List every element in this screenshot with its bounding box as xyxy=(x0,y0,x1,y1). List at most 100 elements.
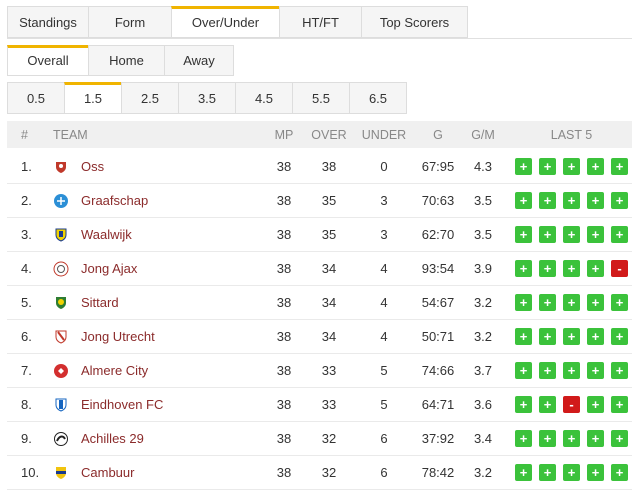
tab-overall[interactable]: Overall xyxy=(7,45,89,76)
tab-line-4-5[interactable]: 4.5 xyxy=(235,82,293,114)
row-team[interactable]: Eindhoven FC xyxy=(53,388,273,421)
tab-top-scorers[interactable]: Top Scorers xyxy=(361,6,468,38)
tab-line-0-5[interactable]: 0.5 xyxy=(7,82,65,114)
team-name-link[interactable]: Graafschap xyxy=(81,193,148,208)
form-over-badge[interactable]: + xyxy=(515,294,532,311)
form-over-badge[interactable]: + xyxy=(539,192,556,209)
tab-home[interactable]: Home xyxy=(88,45,165,76)
form-over-badge[interactable]: + xyxy=(563,192,580,209)
form-over-badge[interactable]: + xyxy=(587,430,604,447)
col-header-mp[interactable]: MP xyxy=(269,121,299,148)
form-over-badge[interactable]: + xyxy=(539,158,556,175)
team-name-link[interactable]: Cambuur xyxy=(81,465,134,480)
col-header-goals-per-match[interactable]: G/M xyxy=(465,121,501,148)
table-row: 7. Almere City 38 33 5 74:66 3.7 + + + + + xyxy=(7,354,632,388)
form-over-badge[interactable]: + xyxy=(611,192,628,209)
form-over-badge[interactable]: + xyxy=(539,464,556,481)
form-over-badge[interactable]: + xyxy=(539,260,556,277)
row-over: 33 xyxy=(321,397,337,412)
team-name-link[interactable]: Achilles 29 xyxy=(81,431,144,446)
col-header-goals[interactable]: G xyxy=(413,121,463,148)
form-over-badge[interactable]: + xyxy=(587,464,604,481)
form-over-badge[interactable]: + xyxy=(563,328,580,345)
row-team[interactable]: Jong Utrecht xyxy=(53,320,273,353)
row-team[interactable]: Achilles 29 xyxy=(53,422,273,455)
team-name-link[interactable]: Almere City xyxy=(81,363,148,378)
team-name-link[interactable]: Jong Utrecht xyxy=(81,329,155,344)
form-over-badge[interactable]: + xyxy=(587,396,604,413)
form-over-badge[interactable]: + xyxy=(563,362,580,379)
tab-line-3-5[interactable]: 3.5 xyxy=(178,82,236,114)
row-team[interactable]: Oss xyxy=(53,150,273,183)
form-under-badge[interactable]: - xyxy=(611,260,628,277)
tab-away[interactable]: Away xyxy=(164,45,234,76)
row-goals-per-match: 3.7 xyxy=(473,363,493,378)
form-over-badge[interactable]: + xyxy=(539,294,556,311)
form-over-badge[interactable]: + xyxy=(539,328,556,345)
form-over-badge[interactable]: + xyxy=(611,430,628,447)
form-over-badge[interactable]: + xyxy=(611,396,628,413)
col-header-team[interactable]: TEAM xyxy=(53,121,273,148)
row-team[interactable]: Sittard xyxy=(53,286,273,319)
form-over-badge[interactable]: + xyxy=(587,294,604,311)
form-over-badge[interactable]: + xyxy=(515,328,532,345)
form-over-badge[interactable]: + xyxy=(563,294,580,311)
row-team[interactable]: Graafschap xyxy=(53,184,273,217)
form-over-badge[interactable]: + xyxy=(611,328,628,345)
form-over-badge[interactable]: + xyxy=(515,192,532,209)
form-over-badge[interactable]: + xyxy=(587,158,604,175)
form-over-badge[interactable]: + xyxy=(515,396,532,413)
form-over-badge[interactable]: + xyxy=(515,226,532,243)
form-over-badge[interactable]: + xyxy=(587,328,604,345)
form-over-badge[interactable]: + xyxy=(539,226,556,243)
col-header-under[interactable]: UNDER xyxy=(359,121,409,148)
form-over-badge[interactable]: + xyxy=(587,260,604,277)
row-over: 34 xyxy=(321,295,337,310)
team-name-link[interactable]: Sittard xyxy=(81,295,119,310)
team-name-link[interactable]: Eindhoven FC xyxy=(81,397,163,412)
form-over-badge[interactable]: + xyxy=(539,430,556,447)
tab-line-5-5[interactable]: 5.5 xyxy=(292,82,350,114)
col-header-pos[interactable]: # xyxy=(21,121,47,148)
form-over-badge[interactable]: + xyxy=(515,362,532,379)
form-under-badge[interactable]: - xyxy=(563,396,580,413)
form-over-badge[interactable]: + xyxy=(587,226,604,243)
tab-over-under[interactable]: Over/Under xyxy=(171,6,280,38)
form-over-badge[interactable]: + xyxy=(563,464,580,481)
form-over-badge[interactable]: + xyxy=(515,260,532,277)
row-position: 7. xyxy=(21,363,32,378)
team-name-link[interactable]: Waalwijk xyxy=(81,227,132,242)
form-over-badge[interactable]: + xyxy=(611,294,628,311)
row-team[interactable]: Waalwijk xyxy=(53,218,273,251)
tab-standings[interactable]: Standings xyxy=(7,6,89,38)
form-over-badge[interactable]: + xyxy=(515,430,532,447)
form-over-badge[interactable]: + xyxy=(611,464,628,481)
row-team[interactable]: Cambuur xyxy=(53,456,273,489)
form-over-badge[interactable]: + xyxy=(563,158,580,175)
form-over-badge[interactable]: + xyxy=(563,430,580,447)
row-under: 4 xyxy=(380,295,388,310)
team-logo-icon xyxy=(53,431,69,447)
form-over-badge[interactable]: + xyxy=(515,464,532,481)
team-name-link[interactable]: Jong Ajax xyxy=(81,261,137,276)
tab-line-2-5[interactable]: 2.5 xyxy=(121,82,179,114)
form-over-badge[interactable]: + xyxy=(611,226,628,243)
form-over-badge[interactable]: + xyxy=(563,226,580,243)
form-over-badge[interactable]: + xyxy=(587,362,604,379)
row-team[interactable]: Almere City xyxy=(53,354,273,387)
tab-ht-ft[interactable]: HT/FT xyxy=(279,6,362,38)
tab-line-6-5[interactable]: 6.5 xyxy=(349,82,407,114)
col-header-over[interactable]: OVER xyxy=(309,121,349,148)
row-matches-played: 38 xyxy=(276,295,292,310)
form-over-badge[interactable]: + xyxy=(539,362,556,379)
form-over-badge[interactable]: + xyxy=(563,260,580,277)
form-over-badge[interactable]: + xyxy=(611,158,628,175)
form-over-badge[interactable]: + xyxy=(539,396,556,413)
tab-form[interactable]: Form xyxy=(88,6,172,38)
form-over-badge[interactable]: + xyxy=(515,158,532,175)
row-team[interactable]: Jong Ajax xyxy=(53,252,273,285)
tab-line-1-5[interactable]: 1.5 xyxy=(64,82,122,114)
team-name-link[interactable]: Oss xyxy=(81,159,104,174)
form-over-badge[interactable]: + xyxy=(611,362,628,379)
form-over-badge[interactable]: + xyxy=(587,192,604,209)
